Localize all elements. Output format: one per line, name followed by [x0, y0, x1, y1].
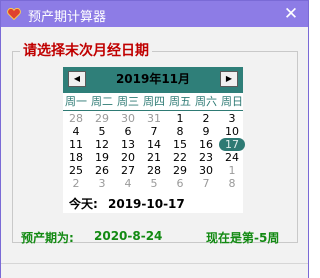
- day-cell[interactable]: 25: [63, 164, 89, 177]
- day-cell[interactable]: 27: [115, 164, 141, 177]
- day-cell[interactable]: 14: [141, 138, 167, 151]
- day-cell[interactable]: 30: [193, 164, 219, 177]
- weekday-header: 周二: [91, 95, 113, 108]
- weekday-header: 周一: [65, 95, 87, 108]
- weekday-divider: [63, 110, 243, 111]
- today-row[interactable]: 今天: 2019-10-17: [69, 195, 185, 212]
- day-cell[interactable]: 30: [115, 112, 141, 125]
- day-cell[interactable]: 3: [219, 112, 245, 125]
- day-cell[interactable]: 6: [167, 177, 193, 190]
- group-title: 请选择末次月经日期: [20, 40, 152, 60]
- app-window: 预产期计算器 ✕ 请选择末次月经日期 ◀ 2019年11月 ▶ 今天: 2019…: [0, 0, 309, 278]
- day-cell[interactable]: 7: [141, 125, 167, 138]
- heart-icon: [7, 7, 21, 21]
- day-cell[interactable]: 23: [193, 151, 219, 164]
- day-cell[interactable]: 1: [167, 112, 193, 125]
- weekday-header: 周三: [117, 95, 139, 108]
- day-cell[interactable]: 29: [167, 164, 193, 177]
- day-cell[interactable]: 29: [89, 112, 115, 125]
- today-date[interactable]: 2019-10-17: [108, 197, 185, 211]
- day-cell[interactable]: 13: [115, 138, 141, 151]
- day-cell[interactable]: 2: [63, 177, 89, 190]
- day-cell[interactable]: 21: [141, 151, 167, 164]
- selected-day-cell[interactable]: 17: [219, 138, 245, 151]
- day-cell[interactable]: 28: [63, 112, 89, 125]
- day-cell[interactable]: 18: [63, 151, 89, 164]
- status-strip: [1, 263, 308, 278]
- next-month-button[interactable]: ▶: [220, 71, 238, 87]
- day-cell[interactable]: 20: [115, 151, 141, 164]
- day-cell[interactable]: 8: [219, 177, 245, 190]
- day-cell[interactable]: 7: [193, 177, 219, 190]
- weekday-header: 周四: [143, 95, 165, 108]
- day-cell[interactable]: 3: [89, 177, 115, 190]
- day-cell[interactable]: 6: [115, 125, 141, 138]
- month-year-label[interactable]: 2019年11月: [95, 71, 211, 88]
- calendar-header: ◀ 2019年11月 ▶: [63, 67, 243, 93]
- day-cell[interactable]: 31: [141, 112, 167, 125]
- weekday-header: 周五: [169, 95, 191, 108]
- due-date-label: 预产期为:: [21, 231, 74, 245]
- day-cell[interactable]: 19: [89, 151, 115, 164]
- day-cell[interactable]: 24: [219, 151, 245, 164]
- today-label: 今天:: [69, 197, 98, 211]
- title-bar[interactable]: 预产期计算器 ✕: [1, 1, 308, 27]
- day-cell[interactable]: 5: [89, 125, 115, 138]
- day-cell[interactable]: 26: [89, 164, 115, 177]
- day-cell[interactable]: 1: [219, 164, 245, 177]
- weekday-header: 周六: [195, 95, 217, 108]
- day-cell[interactable]: 8: [167, 125, 193, 138]
- day-cell[interactable]: 15: [167, 138, 193, 151]
- close-button[interactable]: ✕: [279, 3, 303, 25]
- day-cell[interactable]: 16: [193, 138, 219, 151]
- day-cell[interactable]: 4: [63, 125, 89, 138]
- day-cell[interactable]: 5: [141, 177, 167, 190]
- day-cell[interactable]: 2: [193, 112, 219, 125]
- due-date-value: 2020-8-24: [94, 229, 163, 243]
- current-week-text: 现在是第-5周: [206, 231, 280, 245]
- day-cell[interactable]: 22: [167, 151, 193, 164]
- day-cell[interactable]: 4: [115, 177, 141, 190]
- day-cell[interactable]: 9: [193, 125, 219, 138]
- day-cell[interactable]: 28: [141, 164, 167, 177]
- prev-month-button[interactable]: ◀: [68, 71, 86, 87]
- day-cell[interactable]: 10: [219, 125, 245, 138]
- day-cell[interactable]: 11: [63, 138, 89, 151]
- month-calendar[interactable]: ◀ 2019年11月 ▶ 今天: 2019-10-17 周一 周二 周三 周四 周五 周六…: [63, 67, 245, 213]
- window-title: 预产期计算器: [28, 10, 107, 25]
- day-cell[interactable]: 12: [89, 138, 115, 151]
- weekday-header: 周日: [221, 95, 243, 108]
